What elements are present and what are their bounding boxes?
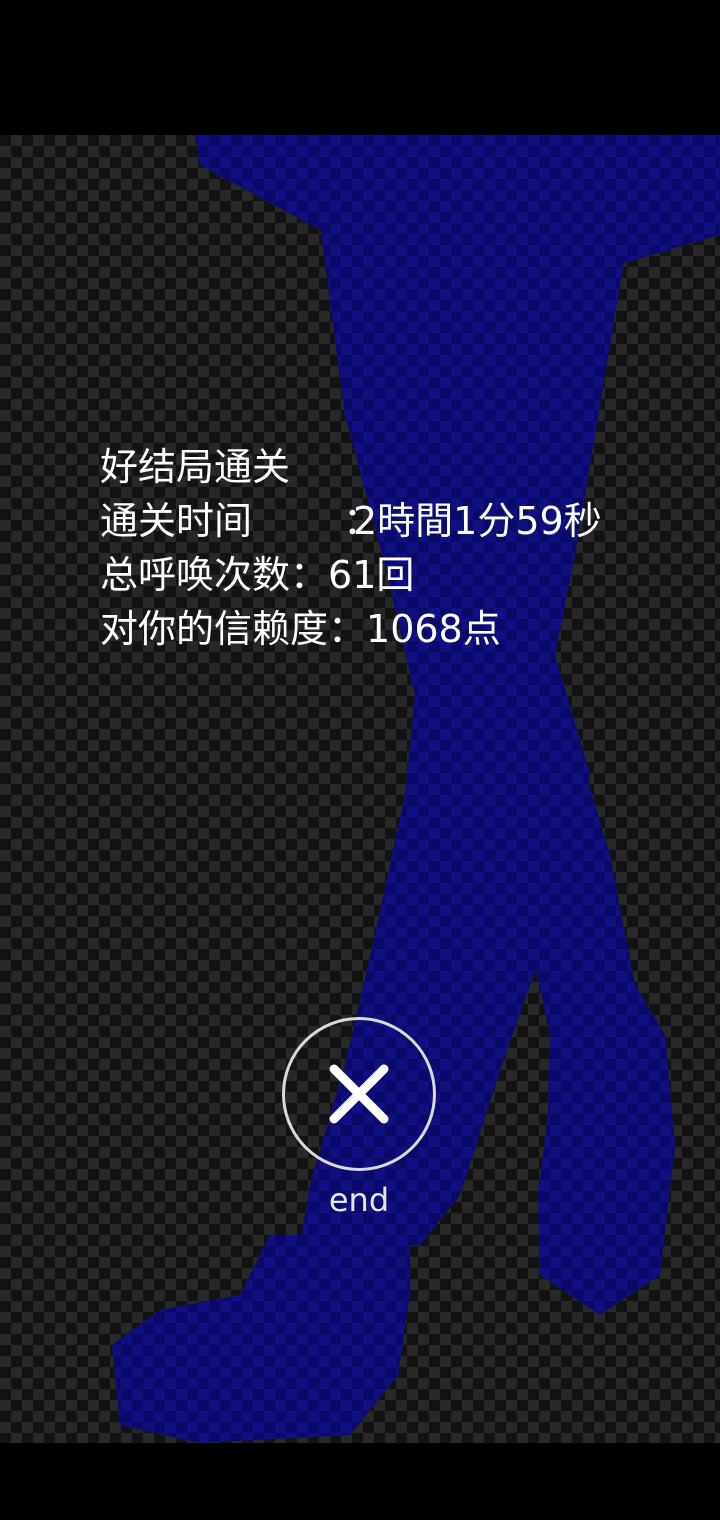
call-count-value: 61回 xyxy=(328,553,415,597)
call-count-separator: ： xyxy=(290,553,329,597)
game-screen: 好结局通关 通关时间 ： 2時間1分59秒 总呼唤次数 ： 61回 对你的信赖度… xyxy=(0,0,720,1520)
clear-time-label: 通关时间 xyxy=(100,499,253,543)
call-count-row: 总呼唤次数 ： 61回 xyxy=(100,548,602,602)
trust-separator: ： xyxy=(328,607,367,651)
end-label: end xyxy=(328,1181,390,1219)
call-count-label: 总呼唤次数 xyxy=(100,553,291,597)
end-button[interactable] xyxy=(282,1017,436,1171)
character-legs-silhouette xyxy=(112,135,720,1443)
close-icon xyxy=(329,1064,389,1124)
trust-value: 1068点 xyxy=(366,607,501,651)
clear-time-separator: ： xyxy=(343,499,382,543)
result-panel: 好结局通关 通关时间 ： 2時間1分59秒 总呼唤次数 ： 61回 对你的信赖度… xyxy=(100,440,602,656)
ending-scene: 好结局通关 通关时间 ： 2時間1分59秒 总呼唤次数 ： 61回 对你的信赖度… xyxy=(0,135,720,1443)
result-title: 好结局通关 xyxy=(100,445,291,489)
clear-time-row: 通关时间 ： 2時間1分59秒 xyxy=(100,494,602,548)
clear-time-value: 2時間1分59秒 xyxy=(353,499,602,543)
trust-row: 对你的信赖度 ： 1068点 xyxy=(100,602,602,656)
trust-label: 对你的信赖度 xyxy=(100,607,329,651)
